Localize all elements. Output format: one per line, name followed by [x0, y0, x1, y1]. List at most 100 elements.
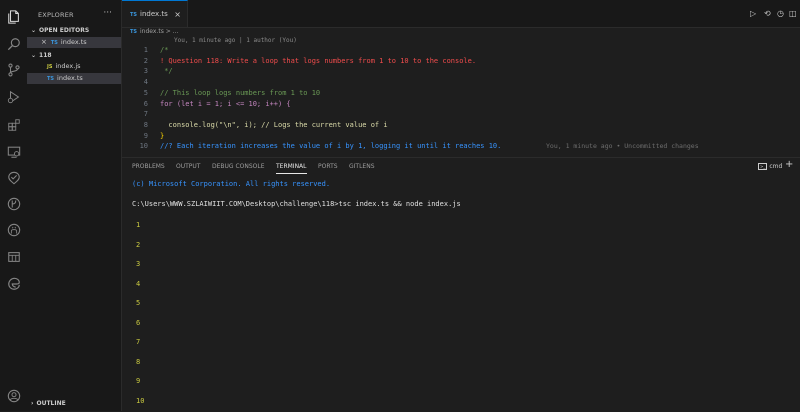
- terminal-output-line: 3: [136, 260, 141, 268]
- explorer-title: EXPLORER: [38, 11, 74, 19]
- testing-icon[interactable]: [6, 170, 21, 185]
- ts-file-icon: TS: [47, 76, 55, 82]
- line-number: 6: [143, 99, 148, 108]
- more-actions-icon[interactable]: ···: [103, 8, 112, 18]
- ts-file-icon: TS: [130, 12, 138, 18]
- editor-tab-bar: TS index.ts × ▷ ⟲ ◷ ◫: [122, 0, 800, 28]
- ts-file-icon: TS: [130, 29, 138, 35]
- terminal-output-line: 7: [136, 338, 141, 346]
- terminal-output-line: 1: [136, 221, 141, 229]
- source-control-icon[interactable]: [6, 62, 21, 77]
- terminal-copyright: (c) Microsoft Corporation. All rights re…: [132, 180, 331, 188]
- terminal-icon: >_: [758, 163, 768, 170]
- bottom-panel: PROBLEMS OUTPUT DEBUG CONSOLE TERMINAL P…: [122, 157, 800, 412]
- tab-index-ts[interactable]: TS index.ts ×: [122, 0, 188, 27]
- code-line[interactable]: 2 ! Question 118: Write a loop that logs …: [122, 56, 800, 67]
- open-changes-icon[interactable]: ⟲: [764, 9, 771, 18]
- code-line[interactable]: 9}: [122, 131, 800, 142]
- code-line[interactable]: 5 // This loop logs numbers from 1 to 10: [122, 88, 800, 99]
- gitlens-icon[interactable]: [6, 196, 21, 211]
- chevron-down-icon: ⌄: [31, 52, 37, 59]
- line-number: 7: [143, 110, 148, 119]
- breadcrumb[interactable]: TS index.ts > ...: [122, 27, 800, 37]
- new-terminal-icon[interactable]: +: [785, 159, 793, 170]
- folder-118[interactable]: ⌄ 118: [31, 52, 52, 59]
- split-editor-icon[interactable]: ◫: [789, 9, 797, 18]
- code-line[interactable]: 4: [122, 77, 800, 88]
- tab-output[interactable]: OUTPUT: [176, 161, 200, 173]
- line-text: ! Question 118: Write a loop that logs n…: [160, 56, 477, 65]
- file-name: index.js: [55, 62, 81, 70]
- terminal-output-line: 9: [136, 377, 141, 385]
- explorer-sidebar: EXPLORER ··· ⌄ OPEN EDITORS × TS index.ts ⌄…: [27, 0, 122, 411]
- line-text: */: [160, 67, 173, 76]
- tab-debug-console[interactable]: DEBUG CONSOLE: [212, 161, 265, 173]
- line-number: 4: [143, 78, 148, 87]
- explorer-icon[interactable]: [6, 9, 21, 24]
- code-line[interactable]: 3 */: [122, 66, 800, 77]
- tab-gitlens[interactable]: GITLENS: [349, 161, 375, 173]
- terminal-output-line: 6: [136, 318, 141, 327]
- search-icon[interactable]: [6, 36, 21, 51]
- run-debug-icon[interactable]: [6, 89, 21, 104]
- breadcrumb-text: index.ts > ...: [140, 28, 179, 35]
- close-icon[interactable]: ×: [174, 1, 181, 28]
- code-line[interactable]: 10 //? Each iteration increases the value…: [122, 141, 800, 152]
- js-file-icon: JS: [47, 64, 53, 70]
- line-text: for (let i = 1; i <= 10; i++) {: [160, 99, 291, 108]
- line-number: 3: [143, 67, 148, 76]
- open-editor-item[interactable]: × TS index.ts: [27, 37, 121, 48]
- line-text: }: [160, 131, 165, 140]
- outline-section[interactable]: › OUTLINE: [31, 400, 66, 407]
- outline-label: OUTLINE: [36, 400, 66, 407]
- terminal-output-line: 5: [136, 299, 141, 307]
- folder-label: 118: [39, 52, 52, 59]
- run-icon[interactable]: ▷: [750, 9, 756, 18]
- line-text: /*: [160, 46, 169, 54]
- code-line[interactable]: 8 console.log("\n", i); // Logs the curr…: [122, 120, 800, 131]
- shell-label: cmd: [769, 163, 783, 170]
- code-line[interactable]: 7: [122, 109, 800, 120]
- chevron-right-icon: ›: [31, 400, 34, 407]
- terminal-output-line: 2: [136, 240, 141, 249]
- tab-terminal[interactable]: TERMINAL: [276, 161, 307, 174]
- terminal-output-line: 8: [136, 357, 141, 366]
- code-line[interactable]: 1 /*: [122, 45, 800, 56]
- file-item-index-js[interactable]: JS index.js: [27, 61, 121, 72]
- edge-icon[interactable]: [6, 276, 21, 291]
- open-editor-name: index.ts: [60, 38, 87, 46]
- line-number: 2: [143, 56, 148, 65]
- timeline-icon[interactable]: ◷: [777, 9, 784, 18]
- line-number: 8: [143, 120, 148, 129]
- terminal-output-line: 10: [136, 396, 145, 405]
- docker-icon[interactable]: [6, 249, 21, 264]
- line-number: 1: [143, 46, 148, 54]
- line-text: // This loop logs numbers from 1 to 10: [160, 88, 321, 97]
- open-editors-label: OPEN EDITORS: [39, 27, 90, 34]
- tab-label: index.ts: [140, 10, 168, 18]
- file-name: index.ts: [57, 74, 83, 82]
- codelens-blame[interactable]: You, 1 minute ago | 1 author (You): [174, 37, 297, 44]
- tab-problems[interactable]: PROBLEMS: [132, 161, 165, 173]
- line-number: 9: [143, 131, 148, 140]
- terminal-output-line: 4: [136, 279, 141, 288]
- terminal-prompt: C:\Users\WWW.SZLAIWIIT.COM\Desktop\chall…: [132, 200, 461, 208]
- extensions-icon[interactable]: [6, 117, 21, 132]
- close-icon[interactable]: ×: [41, 38, 47, 46]
- inline-blame: You, 1 minute ago • Uncommitted changes: [546, 142, 699, 151]
- code-editor[interactable]: You, 1 minute ago | 1 author (You) 1 /* 2!…: [122, 37, 800, 152]
- github-icon[interactable]: [6, 222, 21, 237]
- chevron-down-icon: ⌄: [31, 27, 37, 34]
- ts-file-icon: TS: [50, 40, 58, 46]
- remote-explorer-icon[interactable]: [6, 144, 21, 159]
- line-text: //? Each iteration increases the value o…: [160, 142, 502, 151]
- terminal-shell-selector[interactable]: >_ cmd: [758, 163, 782, 170]
- line-number: 5: [143, 88, 148, 97]
- file-item-index-ts[interactable]: TS index.ts: [27, 73, 121, 84]
- line-number: 10: [139, 142, 148, 151]
- account-icon[interactable]: [6, 388, 21, 403]
- line-text: console.log("\n", i); // Logs the curren…: [160, 120, 388, 129]
- tab-ports[interactable]: PORTS: [318, 161, 338, 173]
- open-editors-section[interactable]: ⌄ OPEN EDITORS: [31, 27, 89, 34]
- code-line[interactable]: 6 for (let i = 1; i <= 10; i++) {: [122, 99, 800, 110]
